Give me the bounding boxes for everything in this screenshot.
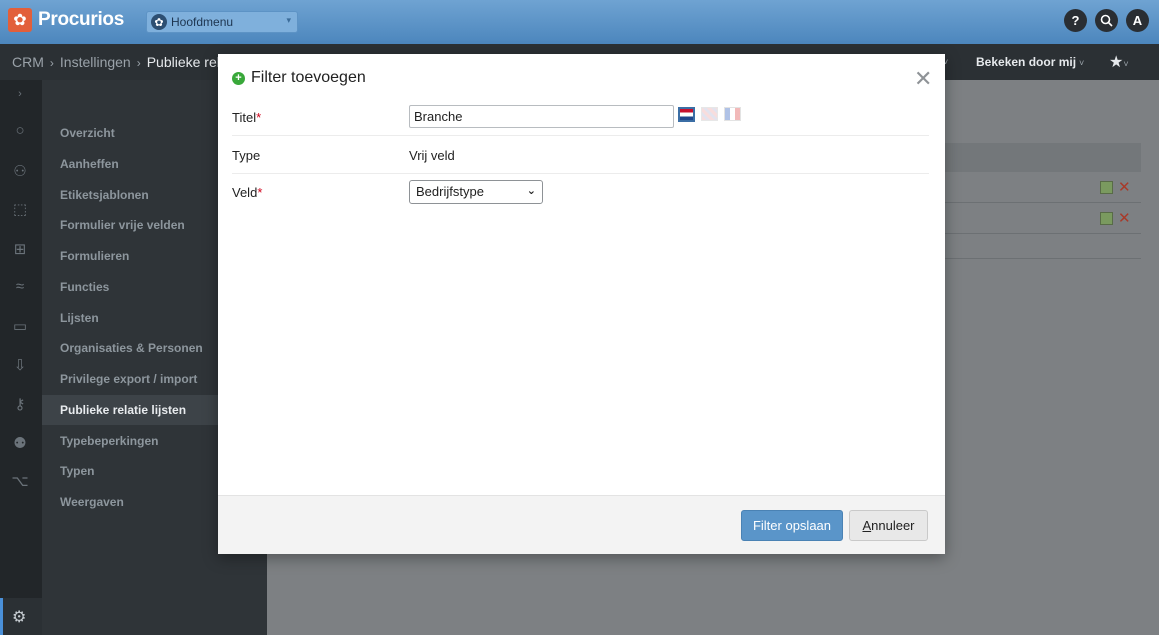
chevron-down-icon: ˅ xyxy=(1079,58,1085,68)
chevron-down-icon: ▾ xyxy=(286,15,291,25)
title-label: Titel* xyxy=(232,110,262,125)
gear-icon: ⚙ xyxy=(12,609,27,626)
user-avatar[interactable]: A xyxy=(1126,9,1149,32)
field-select[interactable]: Bedrijfstype ⌄ xyxy=(409,180,543,204)
delete-icon[interactable]: ✕ xyxy=(1118,178,1131,196)
edit-icon[interactable] xyxy=(1100,212,1113,225)
handshake-icon[interactable]: ≈ xyxy=(10,278,30,298)
table-header xyxy=(939,143,1141,172)
icon-rail: › ○ ⚇ ⬚ ⊞ ≈ ▭ ⇩ ⚷ ⚉ ⌥ ⚙ xyxy=(0,80,42,635)
breadcrumb-instellingen[interactable]: Instellingen xyxy=(60,54,131,70)
field-select-value: Bedrijfstype xyxy=(416,184,484,199)
search-icon xyxy=(1100,14,1113,27)
favorites-dropdown[interactable]: ★˅ xyxy=(1109,52,1129,72)
plus-circle-icon: + xyxy=(232,71,245,85)
users-icon[interactable]: ⚇ xyxy=(10,162,30,182)
field-row: Veld* xyxy=(232,175,929,211)
main-menu-icon: ✿ xyxy=(151,14,167,30)
search-button[interactable] xyxy=(1095,9,1118,32)
persons-icon[interactable]: ⚉ xyxy=(10,434,30,454)
cancel-button[interactable]: Annuleer xyxy=(849,510,928,541)
dialog-title: + Filter toevoegen xyxy=(232,69,366,87)
close-icon[interactable]: ✕ xyxy=(914,66,932,92)
language-flags xyxy=(678,107,741,122)
app-logo[interactable]: ✿ Procurios xyxy=(8,8,124,32)
settings-rail-item[interactable]: ⚙ xyxy=(0,598,42,635)
breadcrumb-current: Publieke rela xyxy=(146,54,228,70)
type-value: Vrij veld xyxy=(409,148,455,163)
structure-icon[interactable]: ⊞ xyxy=(10,240,30,260)
table-row xyxy=(939,235,1141,259)
type-row: Type Vrij veld xyxy=(232,137,929,174)
add-filter-dialog: + Filter toevoegen ✕ Titel* Type Vrij ve… xyxy=(218,54,945,554)
save-filter-button[interactable]: Filter opslaan xyxy=(741,510,843,541)
english-flag-icon[interactable] xyxy=(701,107,718,121)
dutch-flag-icon[interactable] xyxy=(678,107,695,122)
main-menu-dropdown[interactable]: ✿ Hoofdmenu ▾ xyxy=(146,11,298,33)
star-icon: ★ xyxy=(1109,54,1124,71)
search-icon[interactable]: ○ xyxy=(10,122,30,142)
viewed-by-me-label: Bekeken door mij xyxy=(976,55,1077,69)
viewed-by-me-dropdown[interactable]: Bekeken door mij ˅ xyxy=(976,55,1084,69)
field-label: Veld* xyxy=(232,185,263,200)
dialog-footer: Filter opslaan Annuleer xyxy=(218,495,945,554)
archive-icon[interactable]: ▭ xyxy=(10,317,30,337)
key-icon[interactable]: ⚷ xyxy=(10,395,30,415)
chevron-down-icon: ⌄ xyxy=(526,185,536,197)
main-menu-label: Hoofdmenu xyxy=(171,15,234,29)
expand-chevron-icon[interactable]: › xyxy=(10,88,30,108)
delete-icon[interactable]: ✕ xyxy=(1118,209,1131,227)
breadcrumb-crm[interactable]: CRM xyxy=(12,54,44,70)
title-input[interactable] xyxy=(409,105,674,128)
type-label: Type xyxy=(232,148,261,163)
french-flag-icon[interactable] xyxy=(724,107,741,121)
procurios-logo-icon: ✿ xyxy=(8,8,32,32)
dialog-title-text: Filter toevoegen xyxy=(251,69,366,86)
breadcrumb: CRM › Instellingen › Publieke rela xyxy=(12,54,228,70)
selection-icon[interactable]: ⬚ xyxy=(10,200,30,220)
logo-text: Procurios xyxy=(38,9,124,30)
help-button[interactable]: ? xyxy=(1064,9,1087,32)
flow-icon[interactable]: ⌥ xyxy=(10,472,30,492)
chevron-down-icon: ˅ xyxy=(1123,59,1129,69)
edit-icon[interactable] xyxy=(1100,181,1113,194)
download-icon[interactable]: ⇩ xyxy=(10,356,30,376)
top-bar: ✿ Procurios ✿ Hoofdmenu ▾ ? A xyxy=(0,0,1159,44)
